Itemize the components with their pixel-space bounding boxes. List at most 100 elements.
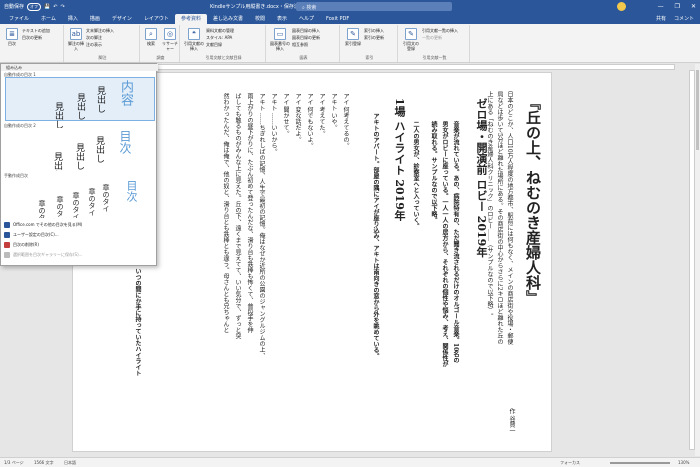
doc-title: 『丘の上、ねむのき産婦人科』 (524, 95, 542, 305)
next-footnote-button[interactable]: 次の脚注 (86, 35, 102, 40)
cross-reference-button[interactable]: 相互参照 (292, 42, 308, 47)
save-selection-icon (4, 252, 10, 258)
researcher-button[interactable]: ◎ リサーチャー (161, 28, 179, 51)
tab-home[interactable]: ホーム (35, 14, 62, 24)
close-button[interactable]: ✕ (691, 3, 696, 10)
mark-citation-button-label: 引用文の登録 (403, 41, 419, 51)
scene0-line-2: 男女がロビーに座っている。一人一人の居方から、それぞれの個性や悩み、考え、関係性… (441, 121, 448, 367)
autosave-label[interactable]: 自動保存 (4, 3, 24, 10)
undo-icon[interactable]: ↶ (53, 4, 57, 10)
office-icon (4, 222, 10, 228)
manage-sources-button[interactable]: 資料文献の管理 (206, 28, 234, 33)
search-button[interactable]: ⌕ 検索 (143, 28, 159, 46)
avatar[interactable] (617, 2, 626, 11)
word-count[interactable]: 1566 文字 (34, 460, 53, 466)
horizontal-ruler (95, 64, 675, 70)
toc-option-auto-1[interactable]: 内容 見出し 見出し 見出し (5, 77, 155, 129)
zoom-slider[interactable] (610, 462, 670, 464)
group-citations: ❝ 引用文献の挿入 資料文献の管理 スタイル: APA 文献目録 引用文献と文献目… (182, 25, 266, 62)
toc-option-manual[interactable]: 目次 章のタイ 章のタイ 章のタイ 章のタイ 章のタイ (5, 178, 155, 218)
toc2-title: 目次 (118, 130, 132, 154)
tab-review[interactable]: 校閲 (249, 14, 271, 24)
tab-file[interactable]: ファイル (3, 14, 35, 24)
insert-endnote-button[interactable]: 文末脚注の挿入 (86, 28, 114, 33)
tab-view[interactable]: 表示 (271, 14, 293, 24)
tab-insert[interactable]: 挿入 (62, 14, 84, 24)
search-box[interactable]: ⌕ 検索 (296, 2, 452, 11)
save-icon[interactable]: 💾 (44, 4, 50, 10)
menu-save-selection-label: 選択範囲を目次ギャラリーに保存(S)... (13, 252, 83, 257)
group-index-label: 索引 (365, 55, 374, 60)
style-select[interactable]: スタイル: APA (206, 35, 232, 40)
footnote-button[interactable]: ab 脚注の挿入 (68, 28, 84, 51)
focus-mode[interactable]: フォーカス (560, 460, 580, 466)
group-research-label: 調査 (156, 55, 165, 60)
tab-help[interactable]: ヘルプ (293, 14, 320, 24)
group-toa-label: 引用文献一覧 (422, 55, 447, 60)
ribbon: ≣ 目次 テキストの追加 目次の更新 ab 脚注の挿入 文末脚注の挿入 次の脚注 注… (0, 24, 700, 63)
custom-toc-icon (4, 232, 10, 238)
insert-toa-button[interactable]: 引用文献一覧の挿入 (422, 28, 458, 33)
maximize-button[interactable]: ❐ (675, 3, 680, 10)
dialogue-line-12: いつの間にか手に持っていたハイライト (134, 268, 141, 376)
researcher-button-label: リサーチャー (162, 41, 178, 51)
document-title: Kindleサンプル用縦書き.docx・保存済み (210, 4, 304, 10)
tab-foxit[interactable]: Foxit PDF (320, 14, 355, 24)
menu-more-toc-label: Office.com でその他の目次を見る(M) (13, 222, 83, 227)
redo-icon[interactable]: ↷ (60, 4, 64, 10)
toc-icon: ≣ (6, 28, 18, 40)
toc1-heading-2: 見出し (75, 93, 85, 120)
vertical-scrollbar[interactable] (695, 64, 700, 456)
language[interactable]: 日本語 (64, 460, 76, 466)
show-notes-button[interactable]: 注の表示 (86, 42, 102, 47)
intro-line-1: 日本のどこか、人口10万人程度の地方都市、駅前には何もなく、メインの商店街や役場… (506, 91, 513, 345)
group-index: ✎ 索引登録 索引の挿入 索引の更新 索引 (342, 25, 398, 62)
table-of-figures-button[interactable]: 図表目録の挿入 (292, 28, 320, 33)
zoom-level[interactable]: 130% (678, 460, 689, 465)
share-button[interactable]: 共有 (656, 15, 666, 22)
toc-button[interactable]: ≣ 目次 (4, 28, 20, 46)
toc3-chapter-2: 章のタイ (88, 188, 96, 216)
tab-design[interactable]: デザイン (106, 14, 138, 24)
search-placeholder: 検索 (306, 5, 317, 11)
dialogue-line-2: アキト いや。 (330, 93, 337, 131)
caption-button-label: 図表番号の挿入 (270, 41, 290, 51)
mark-citation-button[interactable]: ✎ 引用文の登録 (402, 28, 420, 51)
mark-entry-icon: ✎ (347, 28, 359, 40)
intro-line-2: 局などは歩いて5分ほど離れた場所にある。その商店街の中心からさらに2キロほど離れ… (496, 91, 503, 345)
autosave-toggle[interactable]: オフ (27, 2, 42, 11)
update-index-button[interactable]: 索引の更新 (364, 35, 384, 40)
citation-button[interactable]: ❝ 引用文献の挿入 (184, 28, 204, 51)
toc2-heading-3: 見出し (52, 152, 62, 171)
tab-references[interactable]: 参考資料 (174, 14, 207, 24)
dialogue-line-10: ばしても触るものがみんな上に見えた。丘の下、遠くまで見えてて、いい気分で、ずっと… (234, 93, 241, 339)
tab-layout[interactable]: レイアウト (138, 14, 175, 24)
citation-button-label: 引用文献の挿入 (184, 41, 204, 51)
menu-more-toc[interactable]: Office.com でその他の目次を見る(M) (4, 222, 82, 228)
minimize-button[interactable]: — (658, 3, 664, 10)
menu-save-selection[interactable]: 選択範囲を目次ギャラリーに保存(S)... (4, 252, 82, 258)
menu-custom-toc[interactable]: ユーザー設定の目次(C)... (4, 232, 59, 238)
toc2-heading-2: 見出し (74, 143, 84, 170)
researcher-icon: ◎ (164, 28, 176, 40)
search-button-label: 検索 (147, 41, 155, 46)
add-text-button[interactable]: テキストの追加 (22, 28, 50, 33)
bibliography-button[interactable]: 文献目録 (206, 42, 222, 47)
search-icon: ⌕ (145, 28, 157, 40)
mark-entry-button[interactable]: ✎ 索引登録 (344, 28, 362, 46)
menu-remove-toc[interactable]: 目次の削除(R) (4, 242, 39, 248)
update-table-button[interactable]: 図表目録の更新 (292, 35, 320, 40)
scrollbar-thumb[interactable] (696, 70, 699, 150)
toc-option-auto-2[interactable]: 目次 見出し 見出し 見出し (5, 128, 155, 171)
update-toc-button[interactable]: 目次の更新 (22, 35, 42, 40)
dialogue-line-11: 然わかったんだ、俺は俺で、他の奴と、滑り台とも鉄棒とも違う。母さんとも兄ちゃんと (222, 93, 229, 333)
insert-index-button[interactable]: 索引の挿入 (364, 28, 384, 33)
tab-draw[interactable]: 描画 (84, 14, 106, 24)
comment-button[interactable]: コメント (674, 15, 694, 22)
tab-mailings[interactable]: 差し込み文書 (207, 14, 249, 24)
caption-button[interactable]: ▭ 図表番号の挿入 (270, 28, 290, 51)
page-count[interactable]: 1/3 ページ (4, 460, 24, 466)
scene0-line-3: 読み取れる。サンプルなので以下略。 (430, 121, 437, 223)
update-toa-button[interactable]: 一覧の更新 (422, 35, 442, 40)
group-toc: ≣ 目次 テキストの追加 目次の更新 (2, 25, 64, 62)
